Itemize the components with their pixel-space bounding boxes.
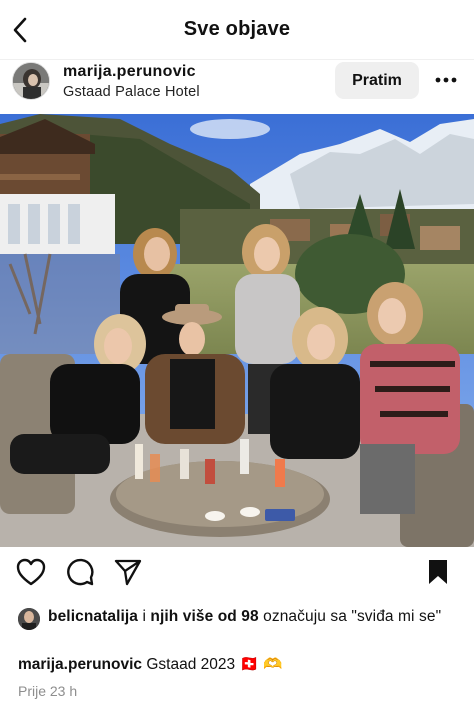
save-button[interactable] — [421, 555, 455, 589]
liker-username[interactable]: belicnatalija — [48, 608, 138, 625]
back-button[interactable] — [6, 14, 34, 46]
post-header: marija.perunovic Gstaad Palace Hotel Pra… — [0, 60, 474, 114]
more-icon — [435, 77, 457, 83]
post-location[interactable]: Gstaad Palace Hotel — [63, 84, 200, 100]
following-button[interactable]: Pratim — [335, 62, 419, 99]
liker-avatar[interactable] — [18, 608, 40, 630]
avatar[interactable] — [12, 62, 50, 100]
page-title: Sve objave — [183, 18, 291, 40]
caption-username[interactable]: marija.perunovic — [18, 656, 142, 673]
likes-suffix: označuju sa "sviđa mi se" — [258, 608, 442, 625]
post-actions — [0, 555, 474, 595]
share-button[interactable] — [111, 555, 145, 589]
comment-icon — [67, 558, 94, 586]
post-photo[interactable] — [0, 114, 474, 547]
share-icon — [114, 559, 142, 586]
post-username[interactable]: marija.perunovic — [63, 63, 196, 81]
top-bar: Sve objave — [0, 0, 474, 60]
heart-icon — [16, 558, 46, 586]
like-button[interactable] — [14, 555, 48, 589]
post-caption: marija.perunovic Gstaad 2023 🇨🇭 🫶 — [18, 655, 282, 674]
likes-summary[interactable]: belicnatalija i njih više od 98 označuju… — [48, 606, 468, 627]
likes-count[interactable]: njih više od 98 — [150, 608, 258, 625]
caption-emojis: 🇨🇭 🫶 — [239, 656, 283, 673]
comment-button[interactable] — [63, 555, 97, 589]
likes-conjunction: i — [138, 608, 151, 625]
bookmark-icon — [429, 560, 447, 584]
post-timestamp: Prije 23 h — [18, 683, 78, 699]
back-icon — [13, 17, 27, 43]
more-options-button[interactable] — [431, 68, 461, 92]
caption-text: Gstaad 2023 — [146, 656, 236, 673]
